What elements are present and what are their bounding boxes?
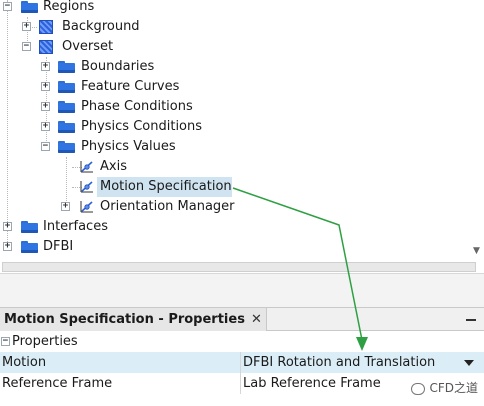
expand-toggle[interactable]: + bbox=[22, 22, 31, 31]
tree-item-boundaries[interactable]: + Boundaries bbox=[0, 57, 460, 77]
tree-item-label: Regions bbox=[43, 0, 95, 14]
tree-item-physics-values[interactable]: − Physics Values bbox=[0, 137, 460, 157]
tree-item-label: Orientation Manager bbox=[100, 199, 235, 214]
tree-item-label: Phase Conditions bbox=[81, 99, 193, 114]
tree-item-label: Physics Values bbox=[81, 139, 176, 154]
axis-icon bbox=[80, 161, 93, 173]
tree-item-orientation-manager[interactable]: + Orientation Manager bbox=[0, 197, 460, 217]
expand-toggle[interactable]: + bbox=[41, 62, 50, 71]
tree-item-dfbi[interactable]: + DFBI bbox=[0, 237, 460, 257]
expand-toggle[interactable]: + bbox=[61, 202, 70, 211]
orientation-icon bbox=[80, 201, 93, 213]
minimize-icon[interactable] bbox=[466, 319, 476, 321]
vertical-scrollbar[interactable]: ▼ bbox=[470, 0, 484, 262]
close-icon[interactable]: ✕ bbox=[251, 312, 262, 327]
tree-item-label: Physics Conditions bbox=[81, 119, 203, 134]
region-icon bbox=[39, 40, 53, 54]
tree-item-interfaces[interactable]: + Interfaces bbox=[0, 217, 460, 237]
horizontal-scrollbar[interactable] bbox=[2, 262, 476, 272]
properties-section-row[interactable]: − Properties bbox=[0, 331, 484, 352]
tree-item-label: Background bbox=[62, 19, 140, 34]
tree-item-label: Motion Specification bbox=[100, 179, 232, 194]
tree-item-label: Axis bbox=[100, 159, 127, 174]
property-value[interactable]: Lab Reference Frame bbox=[243, 373, 381, 394]
properties-table: − Properties Motion DFBI Rotation and Tr… bbox=[0, 331, 484, 406]
section-label: Properties bbox=[12, 334, 78, 349]
properties-tab-title: Motion Specification - Properties bbox=[4, 312, 245, 327]
property-name: Reference Frame bbox=[2, 376, 113, 391]
properties-header: Motion Specification - Properties ✕ bbox=[0, 307, 484, 331]
tree-item-label: Boundaries bbox=[81, 59, 155, 74]
folder-icon bbox=[21, 241, 38, 253]
folder-icon bbox=[21, 1, 38, 13]
expand-toggle[interactable]: + bbox=[41, 82, 50, 91]
tree-item-overset[interactable]: − Overset bbox=[0, 37, 460, 57]
folder-icon bbox=[58, 61, 75, 73]
simulation-tree[interactable]: − Regions + Background − Overset + Bound… bbox=[0, 0, 484, 262]
column-divider bbox=[240, 352, 241, 373]
watermark: CFD之道 bbox=[411, 379, 478, 396]
tree-item-label: Feature Curves bbox=[81, 79, 180, 94]
collapse-toggle[interactable]: − bbox=[22, 42, 31, 51]
wechat-icon bbox=[411, 382, 426, 395]
property-value[interactable]: DFBI Rotation and Translation bbox=[243, 352, 435, 373]
property-name: Motion bbox=[2, 355, 47, 370]
tree-item-phase-conditions[interactable]: + Phase Conditions bbox=[0, 97, 460, 117]
collapse-toggle[interactable]: − bbox=[3, 2, 12, 11]
panel-divider bbox=[0, 273, 484, 307]
tree-item-label: Interfaces bbox=[43, 219, 108, 234]
motion-icon bbox=[80, 181, 93, 193]
property-row-motion[interactable]: Motion DFBI Rotation and Translation bbox=[0, 352, 484, 373]
folder-icon bbox=[58, 121, 75, 133]
tree-item-feature-curves[interactable]: + Feature Curves bbox=[0, 77, 460, 97]
tree-item-motion-specification[interactable]: Motion Specification bbox=[0, 177, 460, 197]
collapse-toggle[interactable]: − bbox=[1, 337, 10, 346]
folder-icon bbox=[58, 141, 75, 153]
expand-toggle[interactable]: + bbox=[41, 102, 50, 111]
tree-item-label: Overset bbox=[62, 39, 114, 54]
column-divider bbox=[240, 373, 241, 394]
tree-item-physics-conditions[interactable]: + Physics Conditions bbox=[0, 117, 460, 137]
folder-icon bbox=[58, 101, 75, 113]
expand-toggle[interactable]: + bbox=[3, 242, 12, 251]
tree-item-axis[interactable]: Axis bbox=[0, 157, 460, 177]
expand-toggle[interactable]: + bbox=[41, 122, 50, 131]
scroll-down-icon[interactable]: ▼ bbox=[473, 247, 480, 256]
expand-toggle[interactable]: + bbox=[3, 222, 12, 231]
watermark-text: CFD之道 bbox=[429, 381, 478, 395]
dropdown-arrow-icon[interactable] bbox=[464, 360, 474, 366]
tree-item-label: DFBI bbox=[43, 239, 74, 254]
tree-item-regions[interactable]: − Regions bbox=[0, 0, 460, 17]
properties-tab[interactable]: Motion Specification - Properties ✕ bbox=[0, 308, 267, 331]
collapse-toggle[interactable]: − bbox=[41, 142, 50, 151]
region-icon bbox=[39, 20, 53, 34]
tree-item-background[interactable]: + Background bbox=[0, 17, 460, 37]
folder-icon bbox=[21, 221, 38, 233]
folder-icon bbox=[58, 81, 75, 93]
